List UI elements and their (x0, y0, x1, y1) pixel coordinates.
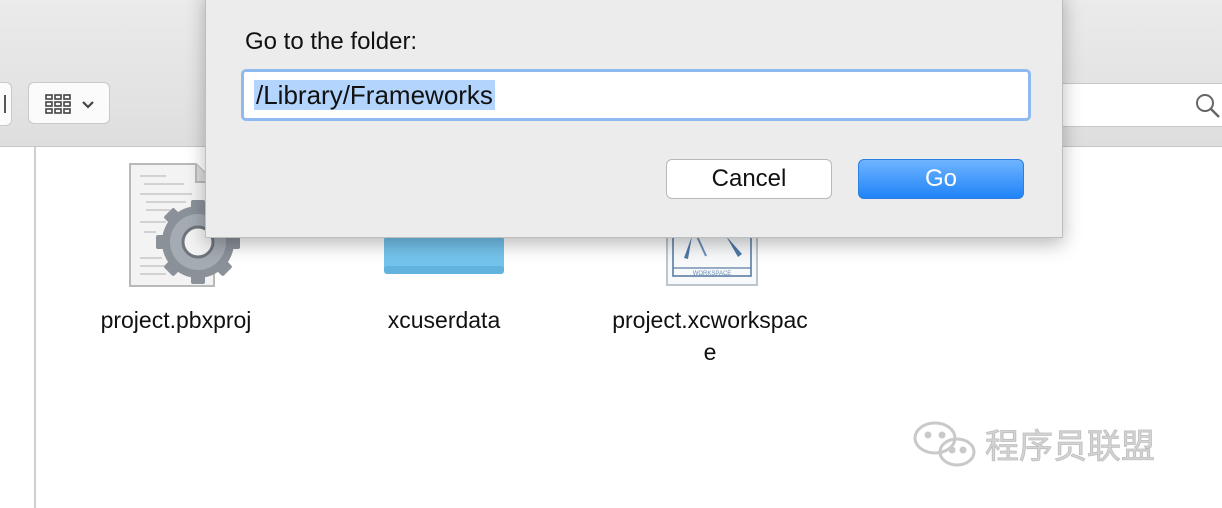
go-button[interactable]: Go (858, 159, 1024, 199)
cancel-button[interactable]: Cancel (666, 159, 832, 199)
search-field[interactable] (1040, 83, 1222, 127)
file-label-line-1: project.xcworkspac (612, 307, 808, 333)
sidebar-toggle-button[interactable] (0, 82, 12, 126)
go-to-folder-dialog: Go to the folder: /Library/Frameworks Ca… (205, 0, 1063, 238)
dialog-title: Go to the folder: (245, 28, 418, 55)
svg-text:WORKSPACE: WORKSPACE (693, 271, 732, 277)
sidebar-divider (34, 147, 36, 508)
wechat-watermark-logo: 程序员联盟 (913, 421, 1155, 467)
folder-icon (384, 236, 504, 274)
icon-view-grid-icon (45, 94, 94, 114)
folder-path-input[interactable] (244, 72, 1028, 118)
path-input-focus-ring: /Library/Frameworks (241, 69, 1031, 121)
file-label-xcuserdata: xcuserdata (387, 307, 501, 333)
wechat-icon (913, 421, 976, 467)
file-label-pbxproj: project.pbxproj (100, 307, 252, 333)
svg-text:程序员联盟: 程序员联盟 (985, 427, 1155, 467)
search-icon (1196, 94, 1220, 118)
view-options-button[interactable] (28, 82, 110, 124)
chevron-down-icon (82, 101, 94, 109)
xcworkspace-icon: WORKSPACE (666, 232, 758, 286)
file-label-xcworkspace: project.xcworkspac e (590, 304, 830, 368)
file-label-line-2: e (703, 339, 717, 365)
